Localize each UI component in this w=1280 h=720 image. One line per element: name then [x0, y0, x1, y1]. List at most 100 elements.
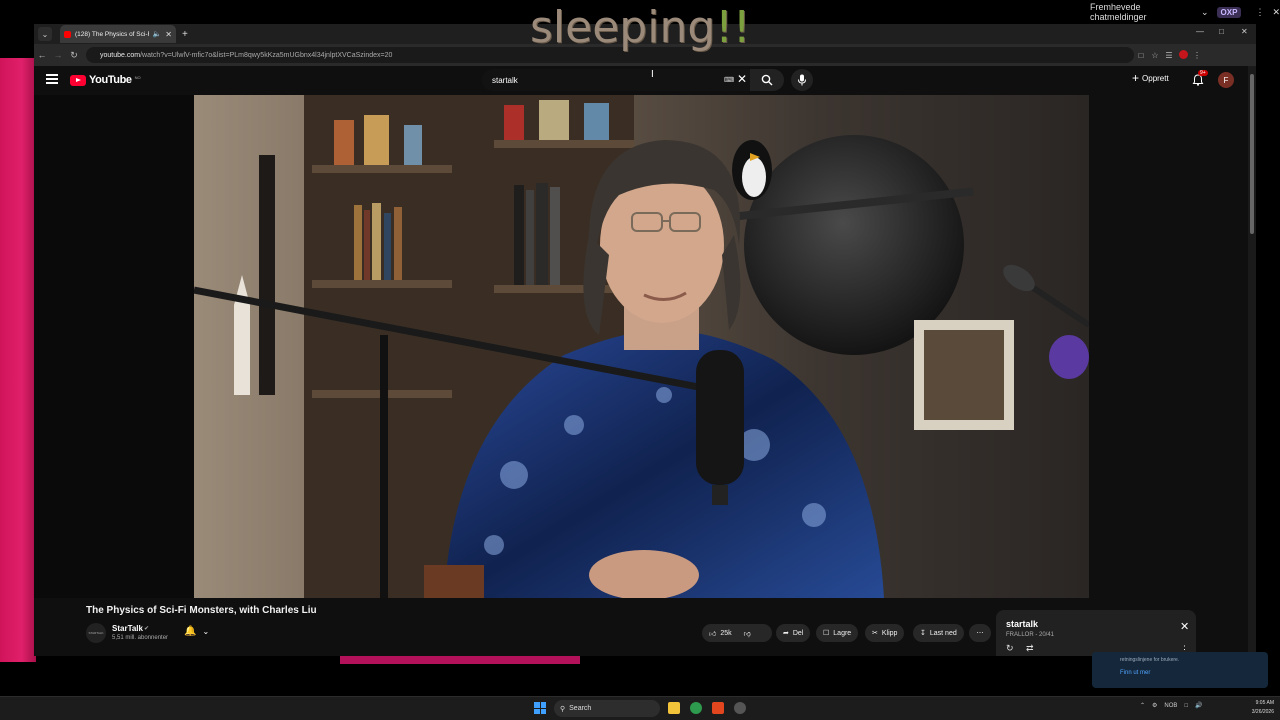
verified-icon: ✔	[144, 626, 150, 632]
share-button[interactable]: ➦ Del	[776, 624, 811, 642]
keyboard-icon[interactable]: ⌨	[724, 76, 734, 84]
chevron-down-icon: ⌄	[202, 627, 210, 636]
url-host: youtube.com	[100, 51, 141, 59]
file-explorer-icon[interactable]	[668, 702, 680, 714]
youtube-logo[interactable]: YouTube NO	[70, 74, 141, 86]
bookmark-star-icon[interactable]: ☆	[1148, 51, 1162, 60]
tab-search-button[interactable]: ⌄	[38, 27, 52, 41]
url-path: /watch?v=UlwlV-mfic7o&list=PLm8qwy5kKza5…	[140, 51, 393, 59]
windows-start-icon[interactable]	[534, 702, 546, 714]
taskbar: ⚲ Search ⌃ ⚙ NOB □ 🔊 9:05 AM 3/26/2026	[0, 696, 1280, 720]
reload-button[interactable]: ↻	[66, 50, 82, 61]
subscribed-button[interactable]: 🔔 ⌄	[184, 626, 209, 637]
forward-button[interactable]: →	[50, 50, 66, 60]
create-label: Opprett	[1142, 73, 1169, 83]
backdrop-pink-bar	[340, 656, 580, 664]
clock-time: 9:05 AM	[1255, 700, 1274, 706]
search-input[interactable]: startalk	[482, 69, 750, 91]
taskbar-search[interactable]: ⚲ Search	[554, 700, 660, 717]
new-tab-button[interactable]: +	[182, 29, 188, 40]
bookmark-icon: ☐	[823, 630, 830, 637]
chevron-up-icon[interactable]: ⌃	[1140, 702, 1145, 709]
like-count: 25k	[720, 629, 732, 637]
create-button[interactable]: + Opprett	[1132, 71, 1169, 85]
notifications-button[interactable]: 9+	[1192, 70, 1208, 91]
youtube-wordmark: YouTube	[89, 74, 132, 86]
clock-date: 3/26/2026	[1251, 709, 1274, 715]
profile-avatar-icon	[1178, 49, 1188, 59]
minimize-button[interactable]: —	[1196, 27, 1204, 36]
tab-youtube[interactable]: (128) The Physics of Sci-Fi I 🔈 ✕	[60, 25, 176, 43]
app-icon[interactable]	[734, 702, 746, 714]
extensions-icon[interactable]: ☰	[1162, 51, 1176, 60]
scrollbar-thumb[interactable]	[1250, 74, 1254, 234]
youtube-favicon-icon	[64, 30, 71, 38]
save-button[interactable]: ☐ Lagre	[816, 624, 859, 642]
clip-button[interactable]: ✂ Klipp	[865, 624, 905, 642]
save-label: Lagre	[833, 629, 852, 637]
tray-app-icon[interactable]: ⚙	[1152, 702, 1157, 709]
scissors-icon: ✂	[872, 630, 878, 637]
more-actions-button[interactable]: ⋯	[969, 624, 991, 642]
toast-link[interactable]: Finn ut mer	[1120, 670, 1150, 676]
window-close-button[interactable]: ✕	[1241, 27, 1248, 36]
tab-title: (128) The Physics of Sci-Fi I	[75, 30, 149, 38]
oxp-badge: OXP	[1216, 6, 1242, 18]
playlist-close-icon[interactable]: ✕	[1180, 620, 1189, 633]
screen: Fremhevede chatmeldinger ⌄ OXP ⋮ ✕ ⌄ (12…	[0, 0, 1280, 720]
profile-button[interactable]	[1176, 49, 1190, 61]
country-code: NO	[134, 74, 141, 80]
account-avatar[interactable]: F	[1218, 72, 1234, 88]
notification-badge: 9+	[1198, 70, 1208, 76]
dislike-button[interactable]: 👎︎	[744, 629, 751, 638]
download-icon: ↧	[920, 630, 926, 637]
theater-background	[34, 95, 194, 598]
speaker-icon[interactable]: 🔈	[153, 30, 162, 38]
clear-search-icon[interactable]: ✕	[737, 72, 747, 86]
chrome-icon[interactable]	[690, 702, 702, 714]
like-button[interactable]: 👍︎ 25k	[709, 629, 732, 638]
youtube-masthead: YouTube NO startalk ⌨ ✕ + Opprett 9+ F	[34, 66, 1256, 96]
stream-overlay-text: sleeping!!	[530, 2, 751, 54]
maximize-button[interactable]: □	[1219, 27, 1224, 36]
channel-avatar[interactable]: STARTALK	[86, 623, 106, 643]
more-icon[interactable]: ⋮	[1255, 7, 1264, 18]
toast-text: retningslinjene for brukere.	[1120, 657, 1180, 663]
browser-menu-icon[interactable]: ⋮	[1190, 51, 1204, 60]
playlist-panel: startalk FRALLOR - 20/41 ✕ ↻ ⇄ ⋮	[996, 610, 1196, 656]
backdrop-pink-strip	[0, 58, 36, 662]
channel-name[interactable]: StarTalk	[112, 624, 143, 633]
network-icon[interactable]: □	[1184, 703, 1188, 709]
thumbs-up-icon: 👍︎	[709, 630, 717, 638]
playlist-title[interactable]: startalk	[1006, 619, 1038, 629]
voice-search-button[interactable]	[791, 69, 813, 91]
video-player[interactable]	[194, 95, 1089, 598]
download-label: Last ned	[929, 629, 957, 637]
highlighted-chat-label[interactable]: Fremhevede chatmeldinger	[1090, 2, 1193, 22]
keyboard-lang[interactable]: NOB	[1164, 703, 1177, 709]
thumbs-down-icon: 👎︎	[743, 630, 751, 638]
back-button[interactable]: ←	[34, 50, 50, 60]
search-icon: ⚲	[560, 705, 566, 713]
install-icon[interactable]: □	[1134, 51, 1148, 60]
clock[interactable]: 9:05 AM 3/26/2026	[1236, 699, 1274, 717]
brave-icon[interactable]	[712, 702, 724, 714]
plus-icon: +	[1132, 71, 1140, 85]
bell-icon: 🔔	[184, 626, 197, 637]
video-frame-image	[194, 95, 1089, 598]
text-cursor-icon: I	[651, 69, 654, 80]
video-title: The Physics of Sci-Fi Monsters, with Cha…	[86, 605, 317, 616]
overlay-word: sleeping	[530, 2, 716, 53]
shuffle-icon[interactable]: ⇄	[1026, 643, 1034, 654]
close-icon[interactable]: ✕	[1272, 7, 1280, 18]
tab-close-icon[interactable]: ✕	[165, 30, 172, 39]
search-button[interactable]	[750, 69, 784, 91]
notification-toast: retningslinjene for brukere. Finn ut mer	[1092, 652, 1268, 688]
volume-icon[interactable]: 🔊	[1195, 702, 1202, 709]
hamburger-menu-icon[interactable]	[46, 74, 58, 84]
download-button[interactable]: ↧ Last ned	[913, 624, 964, 642]
like-dislike-group: 👍︎ 25k 👎︎	[702, 624, 772, 642]
system-tray: ⌃ ⚙ NOB □ 🔊	[1140, 702, 1203, 710]
overlay-exclaim: !!	[715, 2, 751, 53]
loop-icon[interactable]: ↻	[1006, 643, 1014, 654]
